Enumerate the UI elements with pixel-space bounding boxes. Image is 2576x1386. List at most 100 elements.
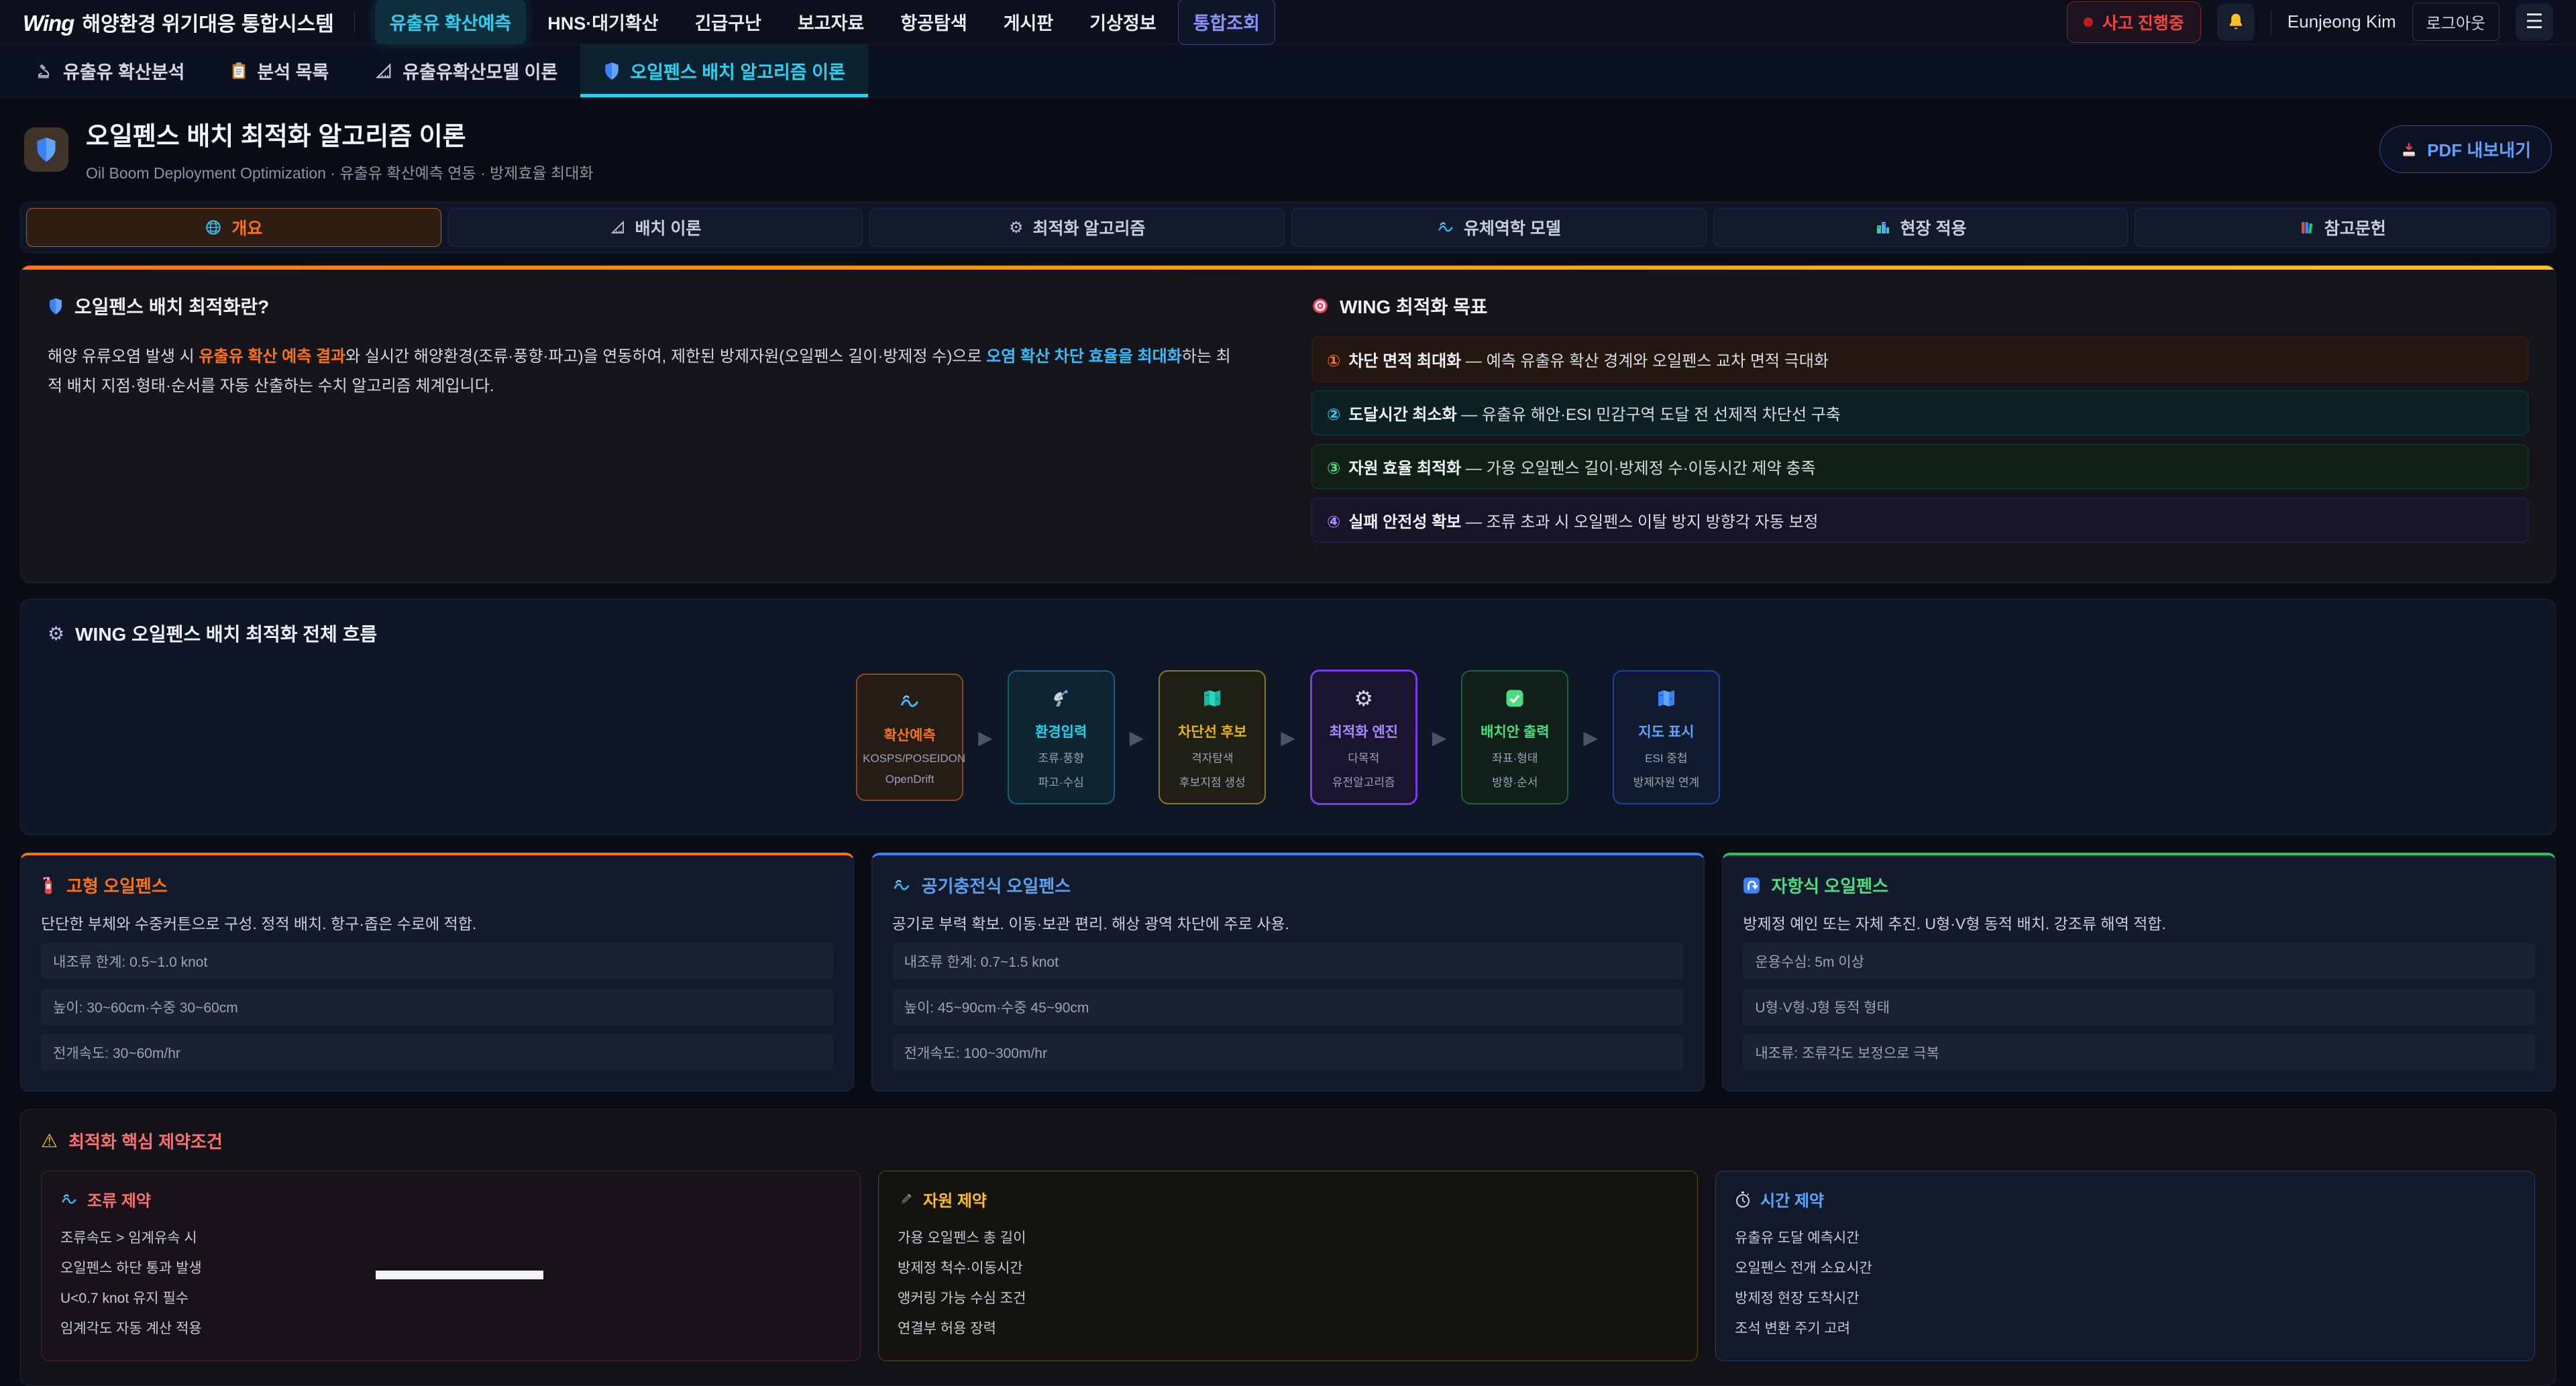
boom-spec: 운용수심: 5m 이상 xyxy=(1743,943,2535,979)
nav-item-board[interactable]: 게시판 xyxy=(989,0,1069,44)
wave-icon xyxy=(1437,219,1454,236)
goal-item: ④실패 안전성 확보 — 조류 초과 시 오일펜스 이탈 방지 방향각 자동 보… xyxy=(1311,498,2528,543)
tab-label: 오일펜스 배치 알고리즘 이론 xyxy=(630,58,845,84)
flow-arrow-icon: ▶ xyxy=(1583,727,1598,749)
gear-icon: ⚙ xyxy=(1009,218,1024,237)
flow-step-environment-input: 환경입력 조류·풍향 파고·수심 xyxy=(1008,670,1115,804)
flow-step-map-display: 지도 표시 ESI 중첩 방제자원 연계 xyxy=(1613,670,1720,804)
logo-wing-mark: Wing xyxy=(23,11,74,36)
boom-spec: 내조류: 조류각도 보정으로 극복 xyxy=(1743,1034,2535,1071)
boom-spec: 높이: 45~90cm·수중 45~90cm xyxy=(892,989,1684,1025)
boom-spec: 높이: 30~60cm·수중 30~60cm xyxy=(41,989,833,1025)
tab-label: 유출유확산모델 이론 xyxy=(402,58,557,84)
boom-spec: U형·V형·J형 동적 형태 xyxy=(1743,989,2535,1025)
flow-arrow-icon: ▶ xyxy=(978,727,993,749)
hamburger-icon: ☰ xyxy=(2526,10,2544,34)
wave-icon xyxy=(892,876,911,895)
boom-spec: 전개속도: 100~300m/hr xyxy=(892,1034,1684,1071)
fire-extinguisher-icon xyxy=(41,875,56,896)
goal-item: ②도달시간 최소화 — 유출유 해안·ESI 민감구역 도달 전 선제적 차단선… xyxy=(1311,390,2528,435)
satellite-antenna-icon xyxy=(1014,686,1108,710)
section-tab-label: 개요 xyxy=(231,215,262,239)
section-tab-field-application[interactable]: 현장 적용 xyxy=(1713,208,2129,247)
logout-button[interactable]: 로그아웃 xyxy=(2412,3,2500,41)
constraints-panel: ⚠ 최적화 핵심 제약조건 조류 제약 조류속도 > 임계유속 시 오일펜스 하… xyxy=(20,1109,2556,1386)
constraint-line: U<0.7 knot 유지 필수 xyxy=(60,1283,841,1314)
constraint-line: 가용 오일펜스 총 길이 xyxy=(898,1223,1678,1253)
flow-step-optimization-engine: ⚙ 최적화 엔진 다목적 유전알고리즘 xyxy=(1310,670,1417,805)
boom-spec: 내조류 한계: 0.7~1.5 knot xyxy=(892,943,1684,979)
pen-icon xyxy=(898,1191,914,1208)
section-tabbar: 개요 배치 이론 ⚙ 최적화 알고리즘 유체역학 모델 현장 적용 참고문헌 xyxy=(20,202,2556,253)
tab-diffusion-model-theory[interactable]: 유출유확산모델 이론 xyxy=(352,44,580,97)
taskbar-fragment xyxy=(376,1271,543,1279)
nav-item-weather[interactable]: 기상정보 xyxy=(1075,0,1171,44)
boom-spec: 전개속도: 30~60m/hr xyxy=(41,1034,833,1071)
tab-label: 유출유 확산분석 xyxy=(63,58,184,84)
boom-description: 방제정 예인 또는 자체 추진. U형·V형 동적 배치. 강조류 해역 적합. xyxy=(1743,911,2535,934)
constraint-card-current: 조류 제약 조류속도 > 임계유속 시 오일펜스 하단 통과 발생 U<0.7 … xyxy=(41,1171,861,1361)
nav-item-emergency-rescue[interactable]: 긴급구난 xyxy=(680,0,776,44)
section-tab-label: 유체역학 모델 xyxy=(1464,215,1561,239)
logo-title: 해양환경 위기대응 통합시스템 xyxy=(82,7,333,37)
pdf-export-button[interactable]: PDF 내보내기 xyxy=(2379,125,2552,173)
boom-type-cards: 고형 오일펜스 단단한 부체와 수중커튼으로 구성. 정적 배치. 항구·좁은 … xyxy=(20,853,2556,1091)
nav-item-hns-atmospheric[interactable]: HNS·대기확산 xyxy=(533,0,673,44)
navbar-right-cluster: 사고 진행중 Eunjeong Kim 로그아웃 ☰ xyxy=(2067,1,2553,43)
section-tab-hydrodynamics[interactable]: 유체역학 모델 xyxy=(1291,208,1707,247)
flow-arrow-icon: ▶ xyxy=(1130,727,1144,749)
overview-panel: 오일펜스 배치 최적화란? 해양 유류오염 발생 시 유출유 확산 예측 결과와… xyxy=(20,265,2556,583)
user-name: Eunjeong Kim xyxy=(2288,11,2396,32)
app-logo: Wing 해양환경 위기대응 통합시스템 xyxy=(23,7,334,37)
section-tab-overview[interactable]: 개요 xyxy=(26,208,441,247)
flow-title: WING 오일펜스 배치 최적화 전체 흐름 xyxy=(75,620,377,647)
flow-step-barrier-candidates: 차단선 후보 격자탐색 후보지점 생성 xyxy=(1159,670,1266,804)
constraint-line: 유출유 도달 예측시간 xyxy=(1735,1223,2516,1253)
incident-status-badge[interactable]: 사고 진행중 xyxy=(2067,1,2201,43)
notification-button[interactable] xyxy=(2217,3,2255,41)
download-icon xyxy=(2400,141,2418,158)
constraint-cards: 조류 제약 조류속도 > 임계유속 시 오일펜스 하단 통과 발생 U<0.7 … xyxy=(41,1171,2535,1361)
section-tab-label: 참고문헌 xyxy=(2324,215,2386,239)
flow-arrow-icon: ▶ xyxy=(1432,727,1447,749)
clipboard-icon xyxy=(230,62,248,81)
constraint-line: 앵커링 가능 수심 조건 xyxy=(898,1283,1678,1314)
wave-icon xyxy=(863,690,957,714)
main-nav: 유출유 확산예측 HNS·대기확산 긴급구난 보고자료 항공탐색 게시판 기상정… xyxy=(375,0,1275,45)
flow-step-prediction: 확산예측 KOSPS/POSEIDON OpenDrift xyxy=(856,674,963,801)
page-subtitle: Oil Boom Deployment Optimization · 유출유 확… xyxy=(86,160,594,183)
flow-panel: ⚙ WING 오일펜스 배치 최적화 전체 흐름 확산예측 KOSPS/POSE… xyxy=(20,599,2556,835)
pdf-export-label: PDF 내보내기 xyxy=(2427,137,2531,162)
constraint-line: 임계각도 자동 계산 적용 xyxy=(60,1314,841,1344)
nav-divider xyxy=(354,10,355,34)
menu-button[interactable]: ☰ xyxy=(2516,3,2553,41)
u-turn-arrow-icon xyxy=(1743,877,1760,894)
nav-item-reports[interactable]: 보고자료 xyxy=(783,0,879,44)
gear-icon: ⚙ xyxy=(1318,686,1410,710)
tab-spill-analysis[interactable]: 유출유 확산분석 xyxy=(12,44,207,97)
tab-analysis-list[interactable]: 분석 목록 xyxy=(207,44,352,97)
tab-boom-algorithm-theory[interactable]: 오일펜스 배치 알고리즘 이론 xyxy=(580,44,868,97)
books-icon xyxy=(2299,219,2315,235)
page-icon-tile xyxy=(24,127,68,172)
page-header: 오일펜스 배치 최적화 알고리즘 이론 Oil Boom Deployment … xyxy=(0,98,2576,197)
nav-item-oil-spill-prediction[interactable]: 유출유 확산예측 xyxy=(375,0,526,44)
shield-icon xyxy=(34,136,58,163)
nav-item-aerial-search[interactable]: 항공탐색 xyxy=(885,0,981,44)
constraint-card-resource: 자원 제약 가용 오일펜스 총 길이 방제정 척수·이동시간 앵커링 가능 수심… xyxy=(878,1171,1698,1361)
map-icon xyxy=(1165,686,1259,710)
section-tab-deployment-theory[interactable]: 배치 이론 xyxy=(448,208,863,247)
globe-icon xyxy=(205,219,222,236)
nav-item-integrated-search[interactable]: 통합조회 xyxy=(1178,0,1275,45)
goals-title: WING 최적화 목표 xyxy=(1340,292,1488,319)
triangle-ruler-icon xyxy=(610,219,626,235)
highlight-maximize-efficiency: 오염 확산 차단 효율을 최대화 xyxy=(986,348,1182,366)
stopwatch-icon xyxy=(1735,1191,1751,1208)
section-tab-references[interactable]: 참고문헌 xyxy=(2135,208,2550,247)
section-tab-optimization-algorithm[interactable]: ⚙ 최적화 알고리즘 xyxy=(869,208,1285,247)
overview-title: 오일펜스 배치 최적화란? xyxy=(74,292,269,319)
shield-icon xyxy=(48,297,64,315)
sub-tabbar: 유출유 확산분석 분석 목록 유출유확산모델 이론 오일펜스 배치 알고리즘 이… xyxy=(0,44,2576,98)
goals-column: WING 최적화 목표 ①차단 면적 최대화 — 예측 유출유 확산 경계와 오… xyxy=(1311,292,2528,551)
boom-card-solid: 고형 오일펜스 단단한 부체와 수중커튼으로 구성. 정적 배치. 항구·좁은 … xyxy=(20,853,854,1091)
